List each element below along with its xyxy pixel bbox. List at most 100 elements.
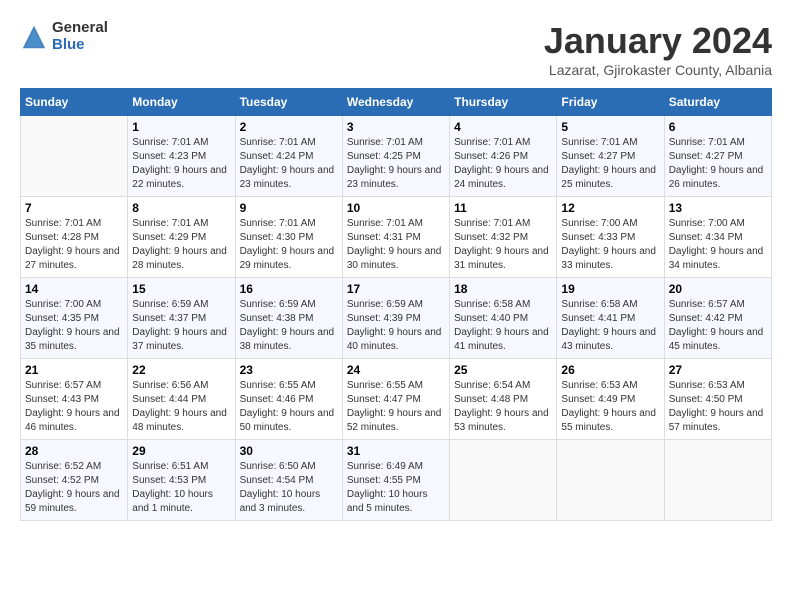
day-info: Sunrise: 6:55 AMSunset: 4:47 PMDaylight:…	[347, 380, 442, 433]
day-cell: 17 Sunrise: 6:59 AMSunset: 4:39 PMDaylig…	[342, 278, 449, 359]
day-number: 7	[25, 201, 123, 215]
day-number: 27	[669, 363, 767, 377]
day-info: Sunrise: 6:56 AMSunset: 4:44 PMDaylight:…	[132, 380, 227, 433]
day-number: 26	[561, 363, 659, 377]
header-cell-sunday: Sunday	[21, 89, 128, 116]
day-cell	[557, 440, 664, 521]
day-info: Sunrise: 7:01 AMSunset: 4:27 PMDaylight:…	[669, 137, 764, 190]
day-number: 23	[240, 363, 338, 377]
day-cell	[21, 116, 128, 197]
day-number: 5	[561, 120, 659, 134]
day-info: Sunrise: 6:55 AMSunset: 4:46 PMDaylight:…	[240, 380, 335, 433]
day-cell: 10 Sunrise: 7:01 AMSunset: 4:31 PMDaylig…	[342, 197, 449, 278]
day-cell: 18 Sunrise: 6:58 AMSunset: 4:40 PMDaylig…	[450, 278, 557, 359]
day-info: Sunrise: 6:58 AMSunset: 4:40 PMDaylight:…	[454, 299, 549, 352]
day-info: Sunrise: 7:01 AMSunset: 4:27 PMDaylight:…	[561, 137, 656, 190]
day-number: 16	[240, 282, 338, 296]
day-cell: 23 Sunrise: 6:55 AMSunset: 4:46 PMDaylig…	[235, 359, 342, 440]
day-info: Sunrise: 6:52 AMSunset: 4:52 PMDaylight:…	[25, 461, 120, 514]
day-cell: 15 Sunrise: 6:59 AMSunset: 4:37 PMDaylig…	[128, 278, 235, 359]
week-row-1: 1 Sunrise: 7:01 AMSunset: 4:23 PMDayligh…	[21, 116, 772, 197]
day-info: Sunrise: 6:59 AMSunset: 4:37 PMDaylight:…	[132, 299, 227, 352]
day-cell: 21 Sunrise: 6:57 AMSunset: 4:43 PMDaylig…	[21, 359, 128, 440]
day-cell: 14 Sunrise: 7:00 AMSunset: 4:35 PMDaylig…	[21, 278, 128, 359]
day-cell: 13 Sunrise: 7:00 AMSunset: 4:34 PMDaylig…	[664, 197, 771, 278]
day-number: 12	[561, 201, 659, 215]
day-cell	[450, 440, 557, 521]
day-number: 8	[132, 201, 230, 215]
day-cell: 6 Sunrise: 7:01 AMSunset: 4:27 PMDayligh…	[664, 116, 771, 197]
day-cell: 24 Sunrise: 6:55 AMSunset: 4:47 PMDaylig…	[342, 359, 449, 440]
day-info: Sunrise: 7:01 AMSunset: 4:25 PMDaylight:…	[347, 137, 442, 190]
day-cell: 1 Sunrise: 7:01 AMSunset: 4:23 PMDayligh…	[128, 116, 235, 197]
day-cell: 16 Sunrise: 6:59 AMSunset: 4:38 PMDaylig…	[235, 278, 342, 359]
day-info: Sunrise: 7:00 AMSunset: 4:34 PMDaylight:…	[669, 218, 764, 271]
calendar-title: January 2024	[544, 20, 772, 62]
day-info: Sunrise: 7:00 AMSunset: 4:35 PMDaylight:…	[25, 299, 120, 352]
header-cell-monday: Monday	[128, 89, 235, 116]
week-row-3: 14 Sunrise: 7:00 AMSunset: 4:35 PMDaylig…	[21, 278, 772, 359]
day-number: 30	[240, 444, 338, 458]
day-number: 24	[347, 363, 445, 377]
day-number: 3	[347, 120, 445, 134]
logo-icon	[20, 23, 48, 51]
header-row: SundayMondayTuesdayWednesdayThursdayFrid…	[21, 89, 772, 116]
page-header: General Blue January 2024 Lazarat, Gjiro…	[20, 20, 772, 78]
logo-blue-text: Blue	[52, 37, 108, 54]
header-cell-wednesday: Wednesday	[342, 89, 449, 116]
day-cell: 20 Sunrise: 6:57 AMSunset: 4:42 PMDaylig…	[664, 278, 771, 359]
day-cell: 2 Sunrise: 7:01 AMSunset: 4:24 PMDayligh…	[235, 116, 342, 197]
day-cell: 26 Sunrise: 6:53 AMSunset: 4:49 PMDaylig…	[557, 359, 664, 440]
day-cell: 29 Sunrise: 6:51 AMSunset: 4:53 PMDaylig…	[128, 440, 235, 521]
day-cell: 11 Sunrise: 7:01 AMSunset: 4:32 PMDaylig…	[450, 197, 557, 278]
calendar-table: SundayMondayTuesdayWednesdayThursdayFrid…	[20, 88, 772, 521]
day-number: 14	[25, 282, 123, 296]
day-info: Sunrise: 6:59 AMSunset: 4:39 PMDaylight:…	[347, 299, 442, 352]
day-cell: 28 Sunrise: 6:52 AMSunset: 4:52 PMDaylig…	[21, 440, 128, 521]
day-number: 19	[561, 282, 659, 296]
day-number: 2	[240, 120, 338, 134]
day-info: Sunrise: 6:59 AMSunset: 4:38 PMDaylight:…	[240, 299, 335, 352]
logo-general-text: General	[52, 20, 108, 37]
day-number: 28	[25, 444, 123, 458]
day-info: Sunrise: 7:01 AMSunset: 4:30 PMDaylight:…	[240, 218, 335, 271]
day-cell: 22 Sunrise: 6:56 AMSunset: 4:44 PMDaylig…	[128, 359, 235, 440]
day-info: Sunrise: 7:01 AMSunset: 4:26 PMDaylight:…	[454, 137, 549, 190]
day-number: 31	[347, 444, 445, 458]
day-number: 11	[454, 201, 552, 215]
day-number: 13	[669, 201, 767, 215]
day-number: 15	[132, 282, 230, 296]
title-area: January 2024 Lazarat, Gjirokaster County…	[544, 20, 772, 78]
day-cell: 3 Sunrise: 7:01 AMSunset: 4:25 PMDayligh…	[342, 116, 449, 197]
logo: General Blue	[20, 20, 108, 53]
header-cell-tuesday: Tuesday	[235, 89, 342, 116]
day-number: 29	[132, 444, 230, 458]
week-row-5: 28 Sunrise: 6:52 AMSunset: 4:52 PMDaylig…	[21, 440, 772, 521]
day-cell	[664, 440, 771, 521]
day-cell: 8 Sunrise: 7:01 AMSunset: 4:29 PMDayligh…	[128, 197, 235, 278]
day-number: 25	[454, 363, 552, 377]
day-info: Sunrise: 7:01 AMSunset: 4:31 PMDaylight:…	[347, 218, 442, 271]
day-info: Sunrise: 7:01 AMSunset: 4:23 PMDaylight:…	[132, 137, 227, 190]
day-info: Sunrise: 7:00 AMSunset: 4:33 PMDaylight:…	[561, 218, 656, 271]
header-cell-saturday: Saturday	[664, 89, 771, 116]
day-cell: 25 Sunrise: 6:54 AMSunset: 4:48 PMDaylig…	[450, 359, 557, 440]
day-cell: 9 Sunrise: 7:01 AMSunset: 4:30 PMDayligh…	[235, 197, 342, 278]
day-number: 10	[347, 201, 445, 215]
header-cell-friday: Friday	[557, 89, 664, 116]
day-number: 18	[454, 282, 552, 296]
day-cell: 27 Sunrise: 6:53 AMSunset: 4:50 PMDaylig…	[664, 359, 771, 440]
day-number: 9	[240, 201, 338, 215]
day-cell: 19 Sunrise: 6:58 AMSunset: 4:41 PMDaylig…	[557, 278, 664, 359]
day-info: Sunrise: 7:01 AMSunset: 4:28 PMDaylight:…	[25, 218, 120, 271]
day-info: Sunrise: 7:01 AMSunset: 4:32 PMDaylight:…	[454, 218, 549, 271]
day-info: Sunrise: 6:53 AMSunset: 4:49 PMDaylight:…	[561, 380, 656, 433]
week-row-4: 21 Sunrise: 6:57 AMSunset: 4:43 PMDaylig…	[21, 359, 772, 440]
day-info: Sunrise: 6:51 AMSunset: 4:53 PMDaylight:…	[132, 461, 213, 514]
day-info: Sunrise: 6:53 AMSunset: 4:50 PMDaylight:…	[669, 380, 764, 433]
day-cell: 12 Sunrise: 7:00 AMSunset: 4:33 PMDaylig…	[557, 197, 664, 278]
day-info: Sunrise: 6:54 AMSunset: 4:48 PMDaylight:…	[454, 380, 549, 433]
day-number: 22	[132, 363, 230, 377]
day-cell: 30 Sunrise: 6:50 AMSunset: 4:54 PMDaylig…	[235, 440, 342, 521]
day-info: Sunrise: 7:01 AMSunset: 4:24 PMDaylight:…	[240, 137, 335, 190]
